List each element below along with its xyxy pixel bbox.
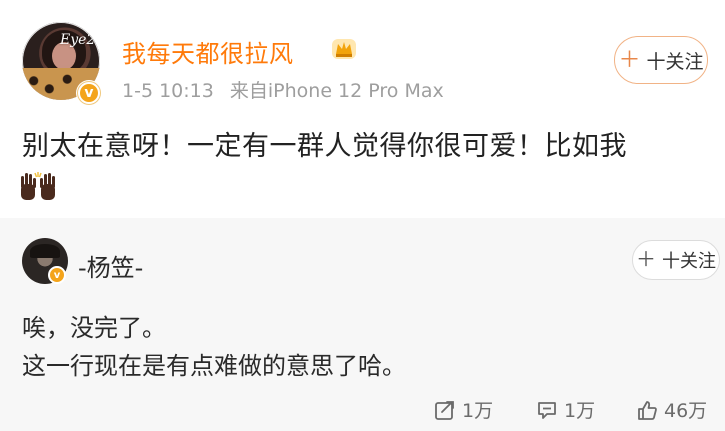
repost-author-name[interactable]: -杨笠- <box>78 248 143 283</box>
repost-action[interactable]: 1万 <box>434 396 493 423</box>
post-header-section: Eye2020 v 我每天都很拉风 1-5 10:13 来自iPhone 12 … <box>0 0 725 218</box>
post-time: 1-5 10:13 <box>122 80 214 102</box>
comment-icon <box>538 401 556 419</box>
comment-count: 1万 <box>564 400 596 422</box>
repost-follow-label: 十关注 <box>662 251 716 271</box>
post-source[interactable]: 来自iPhone 12 Pro Max <box>230 80 444 102</box>
repost-count: 1万 <box>462 400 494 422</box>
comment-action[interactable]: 1万 <box>536 396 595 423</box>
action-bar: 1万 1万 46万 <box>0 396 725 426</box>
reposted-content[interactable]: v -杨笠- ＋ 十关注 唉，没完了。 这一行现在是有点难做的意思了哈。 1万 … <box>0 218 725 431</box>
follow-label: 十关注 <box>646 51 704 73</box>
avatar-watermark: Eye2020 <box>60 32 100 48</box>
post-text: 别太在意呀！一定有一群人觉得你很可爱！比如我 <box>22 131 627 162</box>
plus-icon: ＋ <box>636 249 656 271</box>
raising-hands-emoji <box>21 172 55 200</box>
author-name[interactable]: 我每天都很拉风 <box>122 34 294 69</box>
follow-button[interactable]: ＋ 十关注 <box>614 36 708 84</box>
post-meta: 1-5 10:13 来自iPhone 12 Pro Max <box>122 76 444 103</box>
weibo-post: Eye2020 v 我每天都很拉风 1-5 10:13 来自iPhone 12 … <box>0 0 725 431</box>
repost-text-line-2: 这一行现在是有点难做的意思了哈。 <box>22 352 406 380</box>
repost-verified-badge-icon: v <box>48 266 66 284</box>
plus-icon: ＋ <box>618 47 641 72</box>
like-icon <box>638 400 657 420</box>
repost-follow-button[interactable]: ＋ 十关注 <box>632 240 720 280</box>
like-action[interactable]: 46万 <box>636 396 707 423</box>
verified-badge-icon: v <box>76 80 102 106</box>
share-icon <box>435 400 454 420</box>
avatar-hat <box>30 244 60 258</box>
crown-icon <box>332 39 356 59</box>
like-count: 46万 <box>664 400 708 422</box>
repost-text-line-1: 唉，没完了。 <box>22 314 166 342</box>
